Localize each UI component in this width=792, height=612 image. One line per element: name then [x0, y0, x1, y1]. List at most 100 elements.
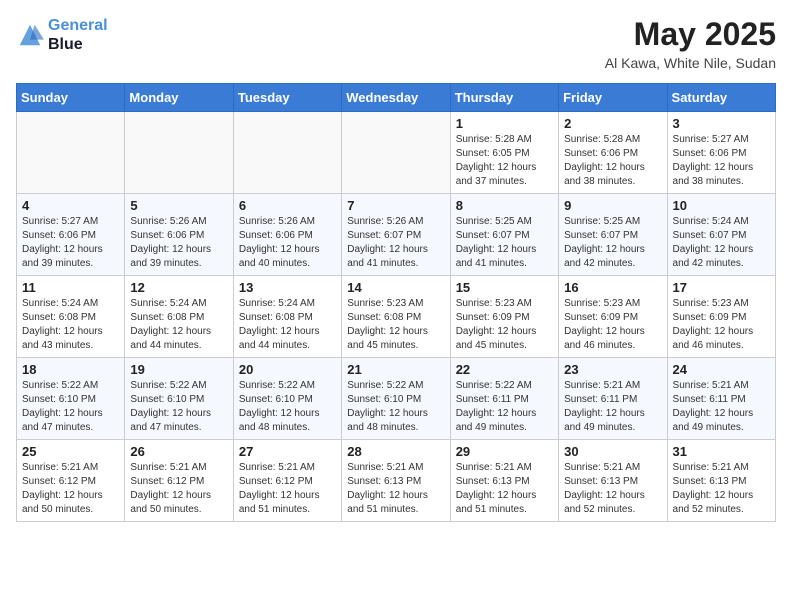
day-info: Sunrise: 5:25 AM Sunset: 6:07 PM Dayligh… [564, 215, 661, 271]
day-info: Sunrise: 5:21 AM Sunset: 6:13 PM Dayligh… [347, 461, 444, 517]
calendar-day: 19 Sunrise: 5:22 AM Sunset: 6:10 PM Dayli… [125, 358, 233, 440]
calendar-day: 27 Sunrise: 5:21 AM Sunset: 6:12 PM Dayli… [233, 440, 341, 522]
calendar-day: 20Sunrise: 5:22 AM Sunset: 6:10 PM Dayli… [233, 358, 341, 440]
calendar-day [125, 112, 233, 194]
calendar-day: 21 Sunrise: 5:22 AM Sunset: 6:10 PM Dayli… [342, 358, 450, 440]
calendar-header-row: SundayMondayTuesdayWednesdayThursdayFrid… [17, 84, 776, 112]
weekday-header-saturday: Saturday [667, 84, 775, 112]
day-number: 2 [564, 116, 661, 131]
day-number: 27 [239, 444, 336, 459]
calendar-day: 6Sunrise: 5:26 AM Sunset: 6:06 PM Daylig… [233, 194, 341, 276]
day-info: Sunrise: 5:23 AM Sunset: 6:09 PM Dayligh… [673, 297, 770, 353]
logo-text-general: General [48, 17, 108, 34]
day-number: 16 [564, 280, 661, 295]
calendar-day: 5Sunrise: 5:26 AM Sunset: 6:06 PM Daylig… [125, 194, 233, 276]
calendar-day: 24 Sunrise: 5:21 AM Sunset: 6:11 PM Dayli… [667, 358, 775, 440]
calendar-day: 8Sunrise: 5:25 AM Sunset: 6:07 PM Daylig… [450, 194, 558, 276]
calendar-day: 28 Sunrise: 5:21 AM Sunset: 6:13 PM Dayli… [342, 440, 450, 522]
weekday-header-friday: Friday [559, 84, 667, 112]
day-number: 7 [347, 198, 444, 213]
day-info: Sunrise: 5:26 AM Sunset: 6:06 PM Dayligh… [239, 215, 336, 271]
day-number: 21 [347, 362, 444, 377]
day-number: 29 [456, 444, 553, 459]
calendar-day: 13 Sunrise: 5:24 AM Sunset: 6:08 PM Dayli… [233, 276, 341, 358]
calendar-table: SundayMondayTuesdayWednesdayThursdayFrid… [16, 83, 776, 522]
day-number: 26 [130, 444, 227, 459]
day-number: 12 [130, 280, 227, 295]
day-number: 3 [673, 116, 770, 131]
calendar-day: 4 Sunrise: 5:27 AM Sunset: 6:06 PM Daylig… [17, 194, 125, 276]
day-number: 24 [673, 362, 770, 377]
calendar-day: 22 Sunrise: 5:22 AM Sunset: 6:11 PM Dayli… [450, 358, 558, 440]
day-info: Sunrise: 5:28 AM Sunset: 6:05 PM Dayligh… [456, 133, 553, 189]
calendar-day: 7 Sunrise: 5:26 AM Sunset: 6:07 PM Daylig… [342, 194, 450, 276]
calendar-day: 29 Sunrise: 5:21 AM Sunset: 6:13 PM Dayli… [450, 440, 558, 522]
day-number: 17 [673, 280, 770, 295]
weekday-header-wednesday: Wednesday [342, 84, 450, 112]
day-number: 25 [22, 444, 119, 459]
weekday-header-tuesday: Tuesday [233, 84, 341, 112]
day-number: 4 [22, 198, 119, 213]
calendar-day: 10 Sunrise: 5:24 AM Sunset: 6:07 PM Dayli… [667, 194, 775, 276]
day-number: 18 [22, 362, 119, 377]
day-info: Sunrise: 5:24 AM Sunset: 6:07 PM Dayligh… [673, 215, 770, 271]
weekday-header-sunday: Sunday [17, 84, 125, 112]
day-number: 13 [239, 280, 336, 295]
day-number: 28 [347, 444, 444, 459]
day-info: Sunrise: 5:21 AM Sunset: 6:12 PM Dayligh… [130, 461, 227, 517]
calendar-day: 2 Sunrise: 5:28 AM Sunset: 6:06 PM Daylig… [559, 112, 667, 194]
page-header: General Blue May 2025 Al Kawa, White Nil… [16, 16, 776, 71]
calendar-day: 9 Sunrise: 5:25 AM Sunset: 6:07 PM Daylig… [559, 194, 667, 276]
calendar-week-row: 25 Sunrise: 5:21 AM Sunset: 6:12 PM Dayli… [17, 440, 776, 522]
day-info: Sunrise: 5:21 AM Sunset: 6:11 PM Dayligh… [673, 379, 770, 435]
day-info: Sunrise: 5:28 AM Sunset: 6:06 PM Dayligh… [564, 133, 661, 189]
day-info: Sunrise: 5:21 AM Sunset: 6:11 PM Dayligh… [564, 379, 661, 435]
day-number: 9 [564, 198, 661, 213]
day-number: 20 [239, 362, 336, 377]
day-info: Sunrise: 5:22 AM Sunset: 6:11 PM Dayligh… [456, 379, 553, 435]
day-info: Sunrise: 5:23 AM Sunset: 6:08 PM Dayligh… [347, 297, 444, 353]
day-info: Sunrise: 5:24 AM Sunset: 6:08 PM Dayligh… [22, 297, 119, 353]
calendar-week-row: 18 Sunrise: 5:22 AM Sunset: 6:10 PM Dayli… [17, 358, 776, 440]
calendar-day: 30 Sunrise: 5:21 AM Sunset: 6:13 PM Dayli… [559, 440, 667, 522]
day-number: 31 [673, 444, 770, 459]
day-number: 23 [564, 362, 661, 377]
day-info: Sunrise: 5:26 AM Sunset: 6:07 PM Dayligh… [347, 215, 444, 271]
day-info: Sunrise: 5:21 AM Sunset: 6:13 PM Dayligh… [673, 461, 770, 517]
day-number: 19 [130, 362, 227, 377]
calendar-week-row: 11 Sunrise: 5:24 AM Sunset: 6:08 PM Dayli… [17, 276, 776, 358]
day-number: 30 [564, 444, 661, 459]
day-info: Sunrise: 5:26 AM Sunset: 6:06 PM Dayligh… [130, 215, 227, 271]
calendar-day [17, 112, 125, 194]
day-info: Sunrise: 5:25 AM Sunset: 6:07 PM Dayligh… [456, 215, 553, 271]
calendar-day: 3Sunrise: 5:27 AM Sunset: 6:06 PM Daylig… [667, 112, 775, 194]
day-info: Sunrise: 5:21 AM Sunset: 6:12 PM Dayligh… [239, 461, 336, 517]
calendar-day: 18 Sunrise: 5:22 AM Sunset: 6:10 PM Dayli… [17, 358, 125, 440]
calendar-day: 25 Sunrise: 5:21 AM Sunset: 6:12 PM Dayli… [17, 440, 125, 522]
day-info: Sunrise: 5:21 AM Sunset: 6:13 PM Dayligh… [456, 461, 553, 517]
month-title: May 2025 [605, 16, 776, 53]
title-block: May 2025 Al Kawa, White Nile, Sudan [605, 16, 776, 71]
day-info: Sunrise: 5:27 AM Sunset: 6:06 PM Dayligh… [22, 215, 119, 271]
calendar-day: 31 Sunrise: 5:21 AM Sunset: 6:13 PM Dayli… [667, 440, 775, 522]
day-info: Sunrise: 5:21 AM Sunset: 6:13 PM Dayligh… [564, 461, 661, 517]
calendar-day: 14Sunrise: 5:23 AM Sunset: 6:08 PM Dayli… [342, 276, 450, 358]
day-info: Sunrise: 5:24 AM Sunset: 6:08 PM Dayligh… [130, 297, 227, 353]
day-number: 15 [456, 280, 553, 295]
weekday-header-monday: Monday [125, 84, 233, 112]
day-info: Sunrise: 5:22 AM Sunset: 6:10 PM Dayligh… [347, 379, 444, 435]
location-title: Al Kawa, White Nile, Sudan [605, 55, 776, 71]
logo-icon [16, 21, 44, 49]
day-number: 10 [673, 198, 770, 213]
day-info: Sunrise: 5:23 AM Sunset: 6:09 PM Dayligh… [564, 297, 661, 353]
day-info: Sunrise: 5:22 AM Sunset: 6:10 PM Dayligh… [130, 379, 227, 435]
logo: General Blue [16, 16, 108, 54]
calendar-day: 23 Sunrise: 5:21 AM Sunset: 6:11 PM Dayli… [559, 358, 667, 440]
day-info: Sunrise: 5:21 AM Sunset: 6:12 PM Dayligh… [22, 461, 119, 517]
calendar-day: 26 Sunrise: 5:21 AM Sunset: 6:12 PM Dayli… [125, 440, 233, 522]
day-number: 22 [456, 362, 553, 377]
calendar-day: 16 Sunrise: 5:23 AM Sunset: 6:09 PM Dayli… [559, 276, 667, 358]
day-info: Sunrise: 5:24 AM Sunset: 6:08 PM Dayligh… [239, 297, 336, 353]
day-number: 11 [22, 280, 119, 295]
day-info: Sunrise: 5:22 AM Sunset: 6:10 PM Dayligh… [22, 379, 119, 435]
